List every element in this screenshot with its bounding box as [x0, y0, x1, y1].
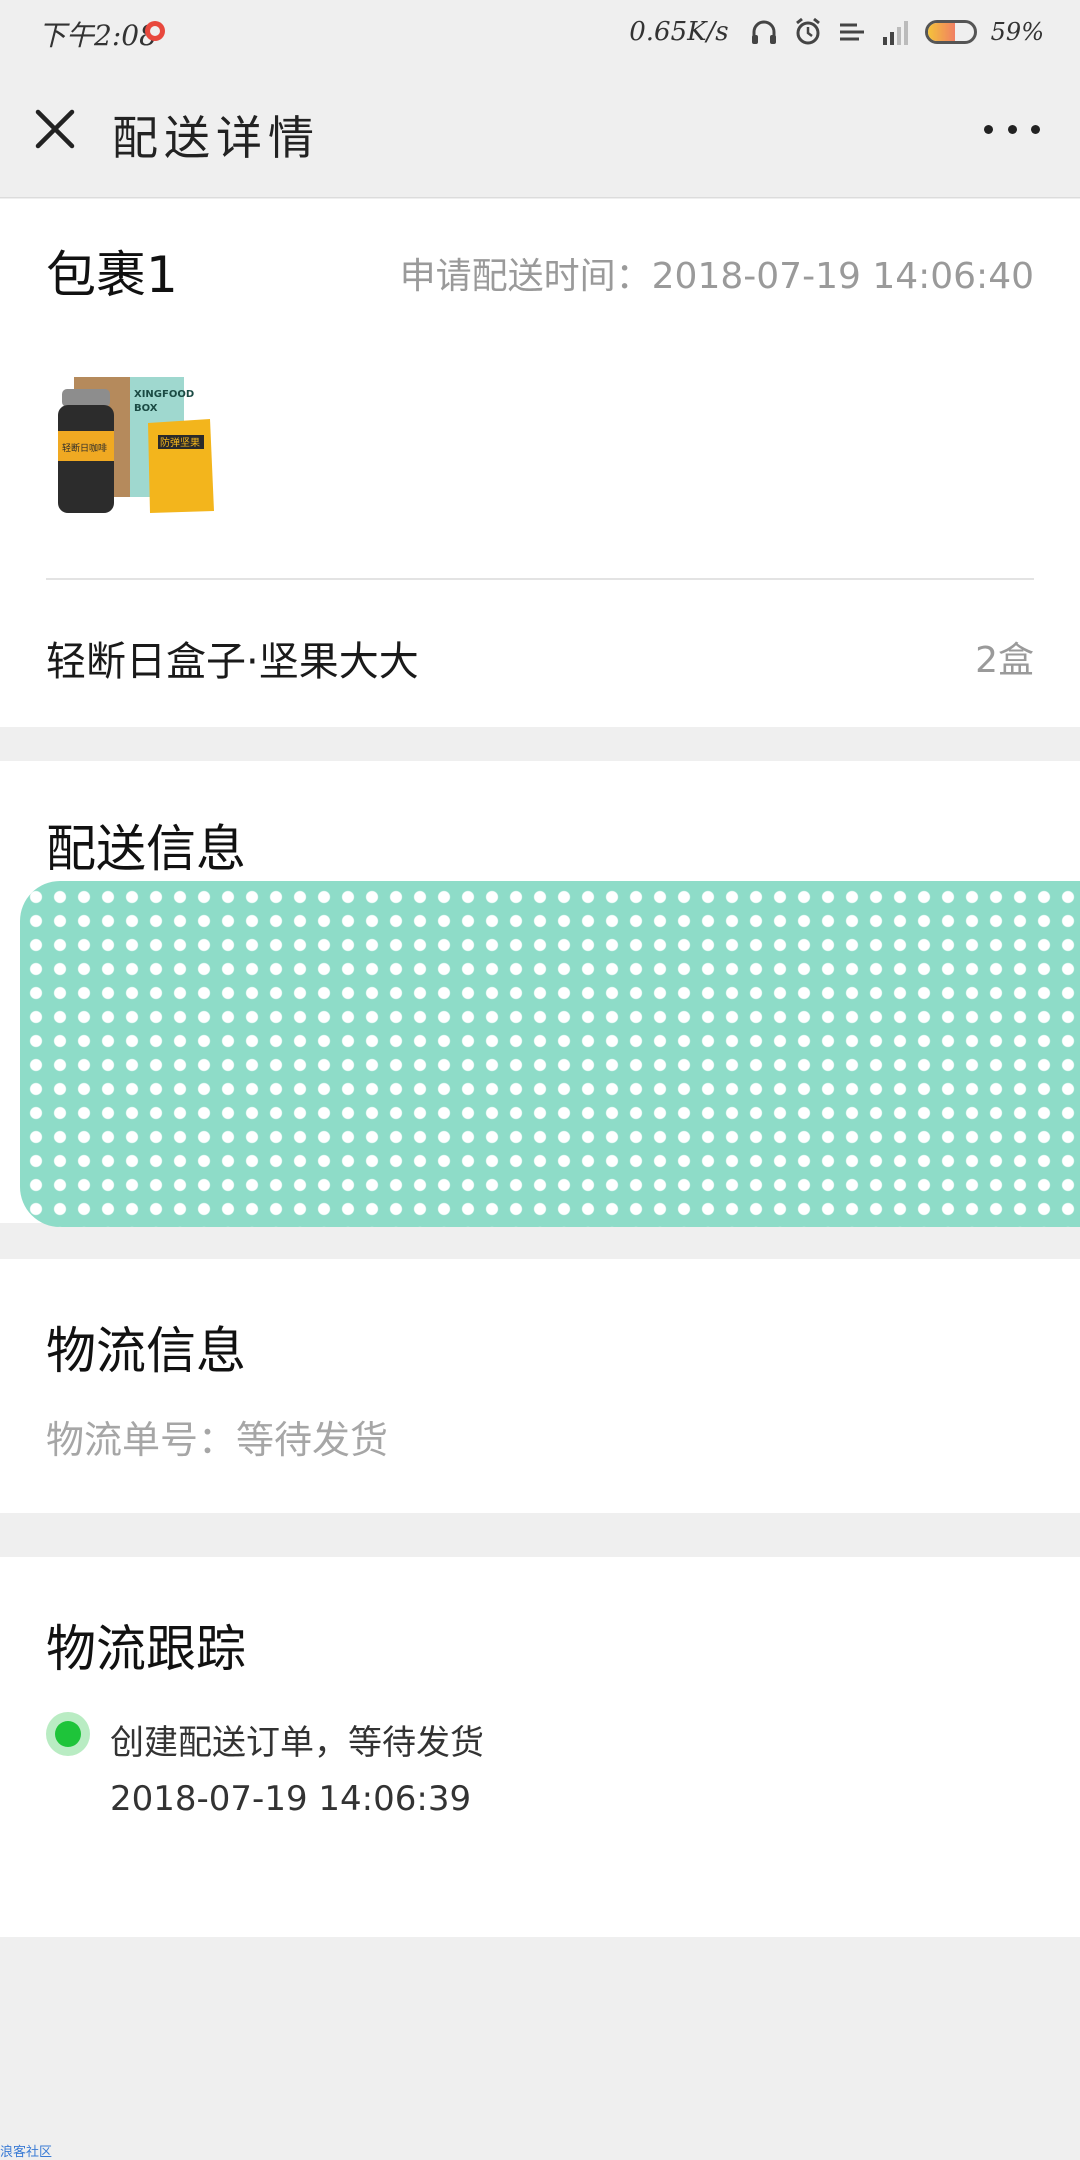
logistics-tracking-title: 物流跟踪 [46, 1620, 246, 1678]
redacted-address-overlay [20, 881, 1080, 1227]
battery-icon [924, 20, 977, 44]
logistics-info-title: 物流信息 [46, 1322, 246, 1380]
tracking-number-value: 等待发货 [236, 1418, 389, 1462]
product-image[interactable]: XINGFOOD BOX 轻断日咖啡 防弹坚果 [54, 371, 224, 521]
watermark: 浪客社区 [0, 2145, 53, 2160]
tracking-event-text: 创建配送订单，等待发货 [110, 1723, 484, 1763]
item-quantity: 2盒 [975, 640, 1034, 681]
status-dot-inner [55, 1721, 81, 1747]
more-dot-icon [984, 124, 993, 134]
package-title: 包裹1 [46, 246, 178, 304]
notification-lines-icon [837, 17, 867, 47]
status-bar: 下午2:08 0.65K/s 59% [0, 0, 1080, 62]
close-button[interactable] [30, 104, 80, 154]
headphones-icon [749, 17, 779, 47]
tracking-event-time: 2018-07-19 14:06:39 [110, 1779, 472, 1819]
box-text-line2: BOX [134, 403, 158, 414]
navigation-bar: 配送详情 [0, 62, 1080, 198]
logistics-info-card: 物流信息 物流单号：等待发货 [0, 1259, 1080, 1513]
battery-percent: 59% [990, 18, 1044, 46]
package-card: 包裹1 申请配送时间：2018-07-19 14:06:40 XINGFOOD … [0, 199, 1080, 727]
tracking-number: 物流单号：等待发货 [46, 1409, 388, 1464]
request-time-label: 申请配送时间： [399, 256, 652, 297]
delivery-info-card: 配送信息 [0, 761, 1080, 1227]
item-name: 轻断日盒子·坚果大大 [46, 639, 419, 685]
request-time-value: 2018-07-19 14:06:40 [651, 256, 1034, 297]
network-speed: 0.65K/s [629, 17, 729, 47]
status-dot-icon [46, 1712, 90, 1756]
bag-text: 防弹坚果 [160, 436, 200, 449]
bottle-text: 轻断日咖啡 [62, 442, 107, 454]
bottle-cap-shape [62, 389, 110, 407]
alarm-icon [793, 17, 823, 47]
more-dot-icon [1031, 124, 1040, 134]
close-icon [35, 109, 75, 149]
logistics-tracking-card: 物流跟踪 创建配送订单，等待发货 2018-07-19 14:06:39 [0, 1557, 1080, 1937]
notification-icon [145, 21, 165, 41]
divider [46, 578, 1034, 580]
status-time: 下午2:08 [38, 19, 157, 52]
page-title: 配送详情 [112, 111, 320, 165]
bag-shape [148, 419, 214, 513]
request-time: 申请配送时间：2018-07-19 14:06:40 [400, 247, 1034, 299]
more-dot-icon [1007, 124, 1017, 134]
more-options-button[interactable] [984, 114, 1040, 144]
battery-fill [927, 23, 955, 41]
box-text-line1: XINGFOOD [134, 389, 194, 400]
delivery-info-title: 配送信息 [46, 820, 246, 878]
status-right-group: 0.65K/s 59% [629, 12, 1044, 52]
tracking-number-label: 物流单号： [46, 1418, 237, 1462]
signal-icon [881, 17, 911, 47]
